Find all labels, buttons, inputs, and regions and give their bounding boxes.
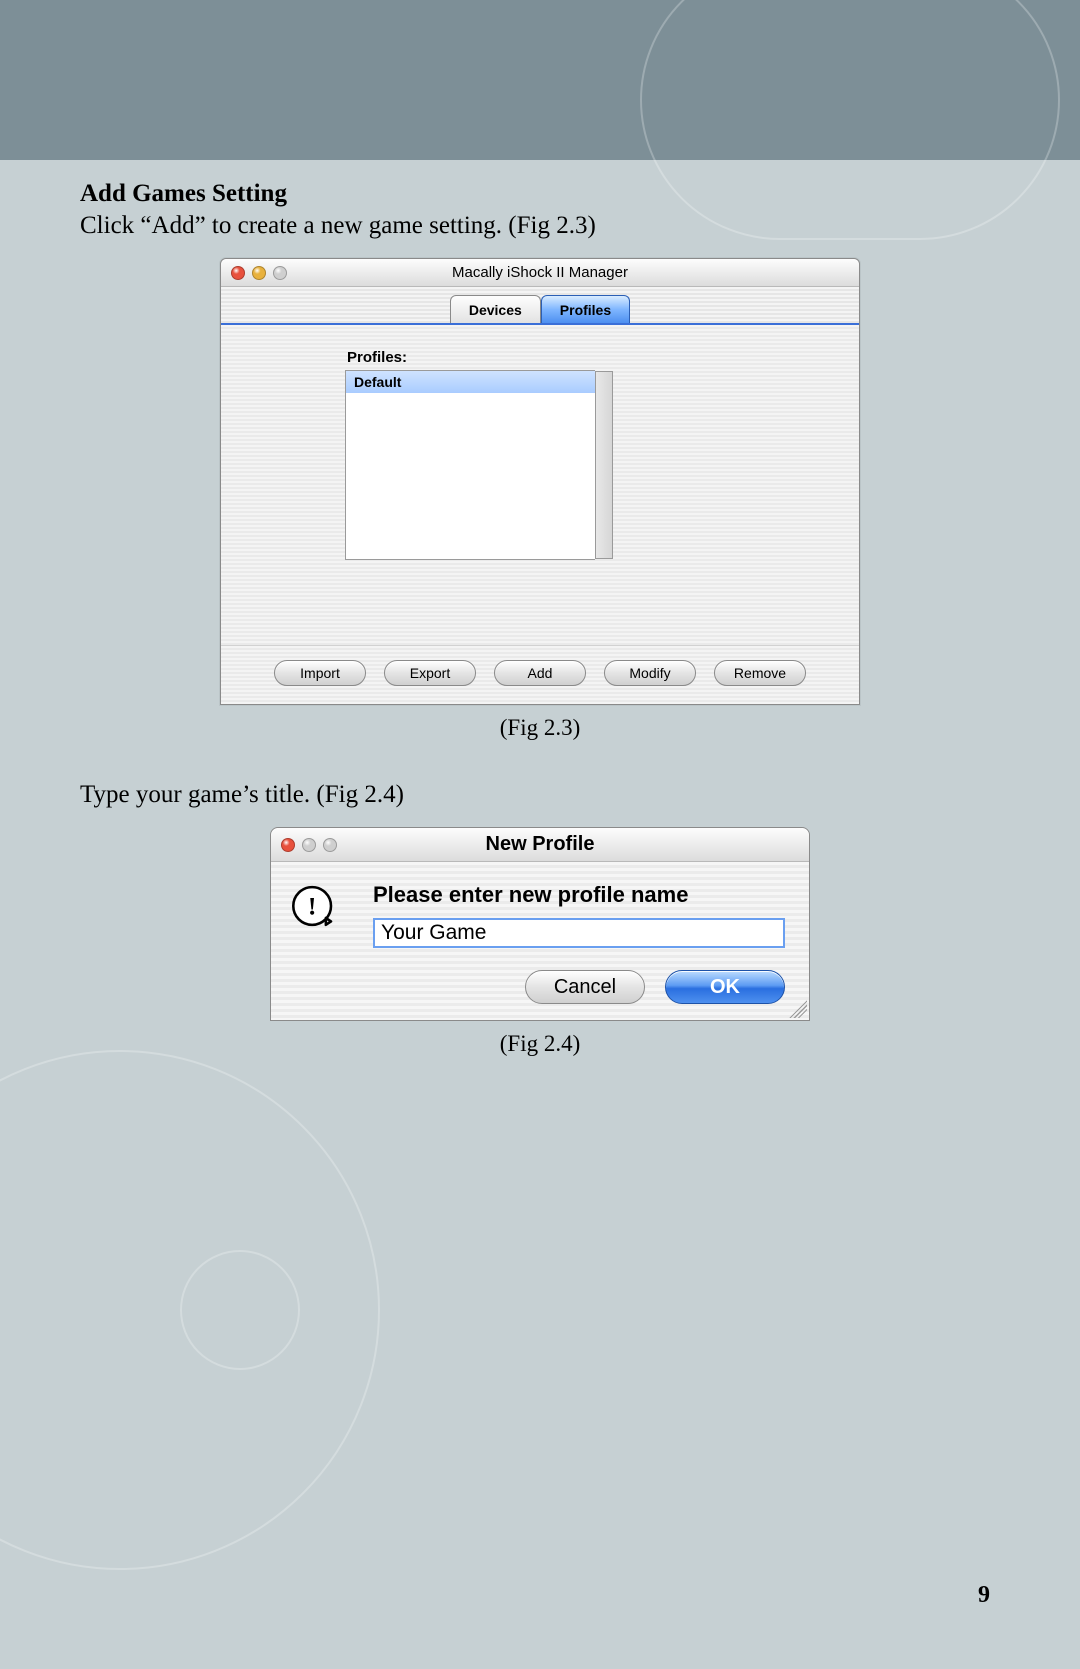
alert-icon: ! — [291, 882, 347, 930]
dialog-body: ! Please enter new profile name Cancel O… — [271, 862, 809, 1020]
ok-button[interactable]: OK — [665, 970, 785, 1004]
fig23-caption: (Fig 2.3) — [80, 715, 1000, 741]
dialog-prompt: Please enter new profile name — [373, 882, 785, 908]
tab-bar: Devices Profiles — [221, 287, 859, 325]
button-row: Import Export Add Modify Remove — [221, 645, 859, 704]
profile-name-input[interactable] — [373, 918, 785, 948]
profiles-listbox[interactable]: Default — [345, 370, 595, 560]
zoom-icon — [323, 838, 337, 852]
section-heading: Add Games Setting — [80, 180, 1000, 208]
page-number: 9 — [978, 1582, 990, 1609]
remove-button[interactable]: Remove — [714, 660, 806, 686]
profiles-label: Profiles: — [347, 349, 835, 366]
tab-devices[interactable]: Devices — [450, 295, 541, 323]
titlebar: Macally iShock II Manager — [221, 259, 859, 287]
tab-profiles[interactable]: Profiles — [541, 295, 630, 323]
modify-button[interactable]: Modify — [604, 660, 696, 686]
header-band — [0, 0, 1080, 160]
fig24-dialog: New Profile ! Please enter new profile n… — [270, 827, 810, 1021]
close-icon[interactable] — [281, 838, 295, 852]
list-item[interactable]: Default — [346, 371, 595, 393]
add-button[interactable]: Add — [494, 660, 586, 686]
intro-text: Click “Add” to create a new game setting… — [80, 212, 1000, 240]
step2-text: Type your game’s title. (Fig 2.4) — [80, 781, 1000, 809]
fig23-window: Macally iShock II Manager Devices Profil… — [220, 258, 860, 705]
cancel-button[interactable]: Cancel — [525, 970, 645, 1004]
window-title: Macally iShock II Manager — [221, 264, 859, 281]
titlebar: New Profile — [271, 828, 809, 862]
close-icon[interactable] — [231, 266, 245, 280]
resize-grip-icon[interactable] — [789, 1000, 807, 1018]
window-title: New Profile — [271, 833, 809, 856]
minimize-icon[interactable] — [252, 266, 266, 280]
import-button[interactable]: Import — [274, 660, 366, 686]
window-body: Profiles: Default — [221, 325, 859, 645]
scrollbar[interactable] — [595, 371, 613, 559]
fig24-caption: (Fig 2.4) — [80, 1031, 1000, 1057]
export-button[interactable]: Export — [384, 660, 476, 686]
traffic-lights — [221, 266, 287, 280]
traffic-lights — [271, 838, 337, 852]
svg-text:!: ! — [308, 892, 317, 921]
zoom-icon[interactable] — [273, 266, 287, 280]
minimize-icon — [302, 838, 316, 852]
